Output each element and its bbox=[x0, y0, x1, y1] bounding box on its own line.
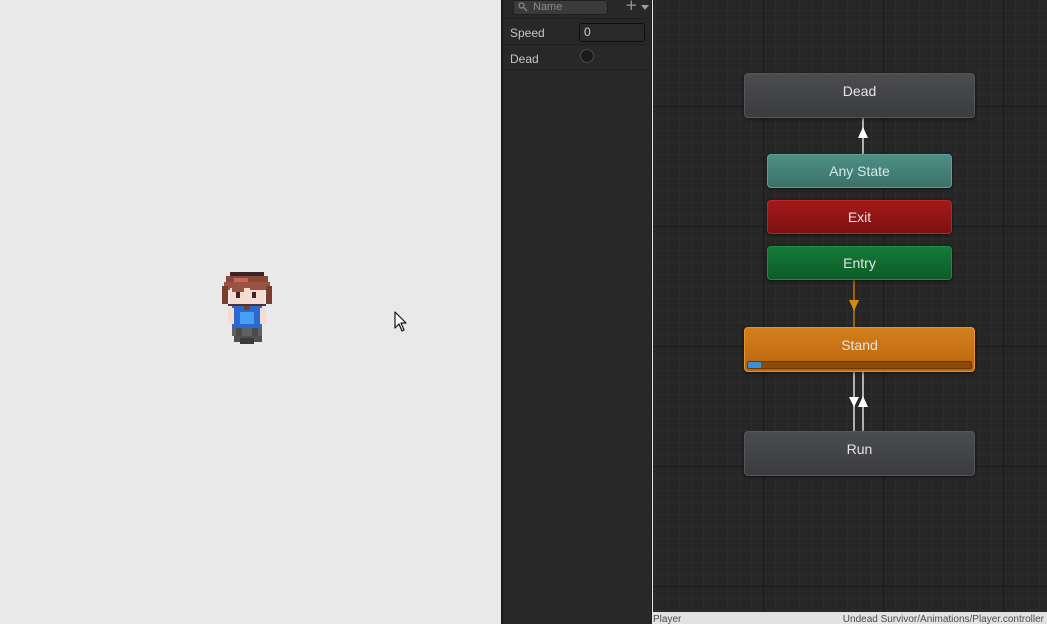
parameters-panel: Name + Speed 0 Dead bbox=[503, 0, 652, 624]
plus-icon: + bbox=[625, 0, 638, 14]
state-label: Run bbox=[846, 441, 873, 457]
game-view[interactable] bbox=[0, 0, 501, 624]
state-node-entry[interactable]: Entry bbox=[767, 246, 952, 280]
parameter-label: Speed bbox=[510, 26, 545, 40]
state-label: Entry bbox=[843, 255, 876, 271]
transition-arrow-icon bbox=[858, 127, 868, 138]
parameter-row-dead[interactable]: Dead bbox=[503, 44, 651, 70]
parameter-row-speed[interactable]: Speed 0 bbox=[503, 18, 651, 44]
search-icon bbox=[518, 2, 528, 12]
state-progress-fill bbox=[748, 362, 762, 368]
parameters-toolbar: Name + bbox=[503, 0, 651, 18]
chevron-down-icon bbox=[641, 5, 649, 10]
animator-graph[interactable]: Dead Any State Exit Entry Stand Run bbox=[653, 0, 1047, 612]
transition-arrow-icon bbox=[849, 300, 859, 311]
transition-arrow-icon bbox=[858, 396, 868, 407]
layer-breadcrumb: Player bbox=[653, 614, 682, 624]
state-label: Dead bbox=[842, 83, 877, 99]
controller-path: Undead Survivor/Animations/Player.contro… bbox=[842, 614, 1044, 624]
state-node-stand[interactable]: Stand bbox=[744, 327, 975, 372]
transition-arrow-icon bbox=[849, 397, 859, 407]
state-progress-bar bbox=[747, 361, 972, 369]
speed-value-field[interactable]: 0 bbox=[579, 23, 645, 42]
mouse-cursor-icon bbox=[394, 311, 407, 332]
state-node-exit[interactable]: Exit bbox=[767, 200, 952, 234]
parameter-search-input[interactable]: Name bbox=[513, 0, 608, 15]
state-node-run[interactable]: Run bbox=[744, 431, 975, 476]
state-label: Stand bbox=[841, 337, 878, 353]
player-sprite bbox=[222, 272, 272, 344]
graph-status-bar: Player Undead Survivor/Animations/Player… bbox=[653, 612, 1047, 624]
dead-bool-toggle[interactable] bbox=[580, 49, 594, 63]
search-placeholder: Name bbox=[533, 1, 563, 13]
parameter-label: Dead bbox=[510, 52, 539, 66]
state-node-dead[interactable]: Dead bbox=[744, 73, 975, 118]
state-label: Exit bbox=[847, 209, 872, 225]
add-parameter-button[interactable]: + bbox=[621, 0, 651, 15]
state-node-any-state[interactable]: Any State bbox=[767, 154, 952, 188]
state-label: Any State bbox=[829, 163, 890, 179]
